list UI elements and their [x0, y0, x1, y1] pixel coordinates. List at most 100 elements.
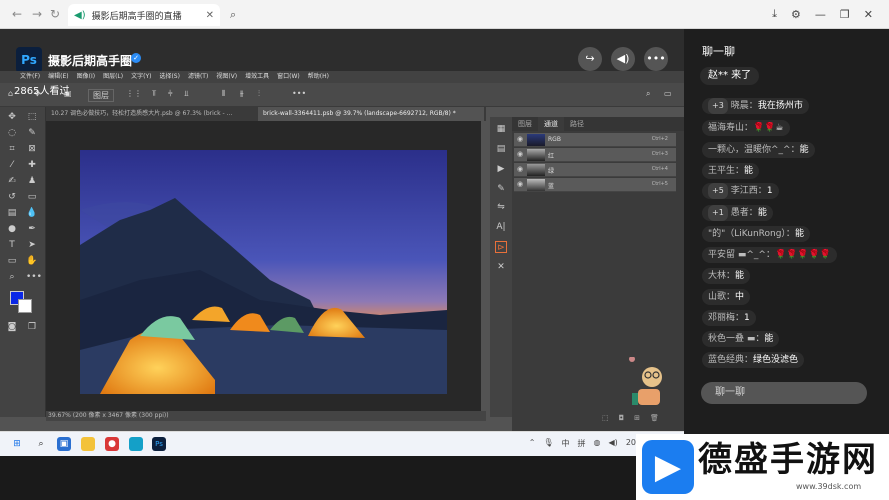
align-middle-icon[interactable]: ⫩	[168, 89, 173, 99]
ps-menu-item[interactable]: 选择(S)	[159, 71, 180, 83]
more-icon[interactable]: •••	[644, 47, 668, 71]
blur-icon[interactable]: 💧	[26, 207, 38, 219]
chat-nick[interactable]: 山歌：	[708, 292, 735, 302]
chat-nick[interactable]: 邓丽梅：	[708, 313, 744, 323]
tray-chevron-icon[interactable]: ⌃	[529, 438, 536, 449]
ps-menu-item[interactable]: 滤镜(T)	[188, 71, 208, 83]
stamp-tool-icon[interactable]: ♟	[26, 175, 38, 187]
channel-row[interactable]: ◉ 绿 Ctrl+4	[514, 163, 676, 177]
rectangle-tool-icon[interactable]: ▭	[6, 255, 18, 267]
gradient-icon[interactable]: ▤	[6, 207, 18, 219]
layer-dropdown[interactable]: 图层	[88, 89, 114, 102]
brush-panel-icon[interactable]: ✎	[495, 183, 507, 195]
zoom-tool-icon[interactable]: ⌕	[6, 271, 18, 283]
channel-row[interactable]: ◉ RGB Ctrl+2	[514, 133, 676, 147]
trash-icon[interactable]: 🗑	[650, 414, 659, 422]
share-icon[interactable]: ↪	[578, 47, 602, 71]
app-icon[interactable]	[129, 437, 143, 451]
new-channel-icon[interactable]: ⊞	[634, 414, 640, 422]
chat-nick[interactable]: 一颗心，温暖你^_^：	[708, 145, 800, 155]
chat-nick[interactable]: 晓晨：	[731, 101, 758, 111]
distribute-icon[interactable]: ⫴	[222, 89, 225, 99]
align-bottom-icon[interactable]: ⫫	[184, 89, 189, 99]
visibility-eye-icon[interactable]: ◉	[517, 150, 523, 158]
chat-nick[interactable]: 蓝色经典：	[708, 355, 753, 365]
chat-input[interactable]: 聊一聊	[701, 382, 867, 404]
background-color-swatch[interactable]	[18, 299, 32, 313]
ps-menu-item[interactable]: 视图(V)	[216, 71, 237, 83]
tools-panel-icon[interactable]: ✕	[495, 261, 507, 273]
network-icon[interactable]: ◍	[594, 438, 601, 449]
volume-icon[interactable]: ◀)	[611, 47, 635, 71]
windows-start-icon[interactable]: ⊞	[10, 437, 24, 451]
dodge-icon[interactable]: ●	[6, 223, 18, 235]
chat-nick[interactable]: 大林：	[708, 271, 735, 281]
doc-tab-active[interactable]: brick-wall-3364411.psb @ 39.7% (landscap…	[258, 107, 484, 121]
play-action-icon[interactable]: ▶	[495, 163, 507, 175]
adjust-panel-icon[interactable]: ⇋	[495, 201, 507, 213]
chat-nick[interactable]: 愚者：	[731, 208, 758, 218]
chat-nick[interactable]: 王平生：	[708, 166, 744, 176]
hand-tool-icon[interactable]: ✋	[26, 255, 38, 267]
ps-menu-item[interactable]: 窗口(W)	[277, 71, 300, 83]
lasso-tool-icon[interactable]: ◌	[6, 127, 18, 139]
more-tools-icon[interactable]: •••	[26, 271, 42, 283]
eraser-icon[interactable]: ▭	[26, 191, 38, 203]
brush-tool-icon[interactable]: ✍	[6, 175, 18, 187]
ps-menu-item[interactable]: 图层(L)	[103, 71, 123, 83]
restore-icon[interactable]: ❐	[840, 8, 850, 21]
refresh-icon[interactable]: ↻	[48, 7, 62, 21]
tab-search-icon[interactable]: ⌕	[230, 8, 236, 22]
history-panel-icon[interactable]: ▦	[495, 123, 507, 135]
more-options-icon[interactable]: •••	[292, 89, 306, 98]
visibility-eye-icon[interactable]: ◉	[517, 165, 523, 173]
chat-nick[interactable]: "的"（LiKunRong）：	[708, 229, 795, 239]
chat-nick[interactable]: 平安留 ▬^_^：	[708, 250, 775, 260]
quick-select-icon[interactable]: ✎	[26, 127, 38, 139]
close-icon[interactable]: ✕	[864, 8, 873, 21]
mic-icon[interactable]: 🎙	[543, 438, 553, 449]
workspace-icon[interactable]: ▭	[664, 89, 672, 98]
ime-mode[interactable]: 拼	[578, 438, 586, 449]
marquee-tool-icon[interactable]: ⬚	[26, 111, 38, 123]
align-top-icon[interactable]: ⫪	[152, 89, 157, 99]
tab-channels[interactable]: 通道	[538, 117, 564, 131]
save-selection-icon[interactable]: ◘	[619, 414, 625, 422]
ps-menu-item[interactable]: 增效工具	[245, 71, 269, 83]
layout-panel-icon[interactable]: ⊳	[495, 241, 507, 253]
app-icon[interactable]: ▣	[57, 437, 71, 451]
channel-row[interactable]: ◉ 蓝 Ctrl+5	[514, 178, 676, 192]
settings-icon[interactable]: ⚙	[791, 8, 801, 21]
tab-layers[interactable]: 图层	[512, 117, 538, 131]
crop-tool-icon[interactable]: ⌗	[6, 143, 18, 155]
path-select-icon[interactable]: ➤	[26, 239, 38, 251]
home-icon[interactable]: ⌂	[8, 89, 13, 98]
frame-tool-icon[interactable]: ⊠	[26, 143, 38, 155]
distribute-icon[interactable]: ⫵	[240, 89, 244, 99]
channel-row[interactable]: ◉ 红 Ctrl+3	[514, 148, 676, 162]
ps-menu-item[interactable]: 图像(I)	[77, 71, 95, 83]
clock[interactable]: 20	[626, 438, 636, 449]
ps-menu-item[interactable]: 文字(Y)	[131, 71, 151, 83]
swatches-icon[interactable]: ▤	[495, 143, 507, 155]
history-brush-icon[interactable]: ↺	[6, 191, 18, 203]
tab-paths[interactable]: 路径	[564, 117, 590, 131]
chat-nick[interactable]: 李江西：	[731, 186, 767, 196]
ime-indicator[interactable]: 中	[562, 438, 570, 449]
speaker-icon[interactable]: ◀)	[609, 438, 618, 449]
screen-mode-icon[interactable]: ❐	[26, 321, 38, 333]
minimize-icon[interactable]: —	[815, 8, 826, 21]
chat-nick[interactable]: 秋色一叠 ▬：	[708, 334, 764, 344]
chat-nick[interactable]: 福海寿山：	[708, 123, 753, 133]
doc-tab[interactable]: 10.27 调色必做技巧，轻松打造质感大片.psb @ 67.3% (brick…	[46, 107, 256, 121]
app-icon[interactable]: ●	[105, 437, 119, 451]
streamer-avatar[interactable]: Ps	[16, 47, 42, 73]
type-tool-icon[interactable]: T	[6, 239, 18, 251]
dotted-selection-icon[interactable]: ⬚	[602, 414, 609, 422]
ps-menu-item[interactable]: 帮助(H)	[308, 71, 329, 83]
ps-search-icon[interactable]: ⌕	[646, 89, 650, 99]
move-tool-icon[interactable]: ✥	[6, 111, 18, 123]
visibility-eye-icon[interactable]: ◉	[517, 135, 523, 143]
file-explorer-icon[interactable]	[81, 437, 95, 451]
download-icon[interactable]: ⤓	[772, 7, 777, 21]
